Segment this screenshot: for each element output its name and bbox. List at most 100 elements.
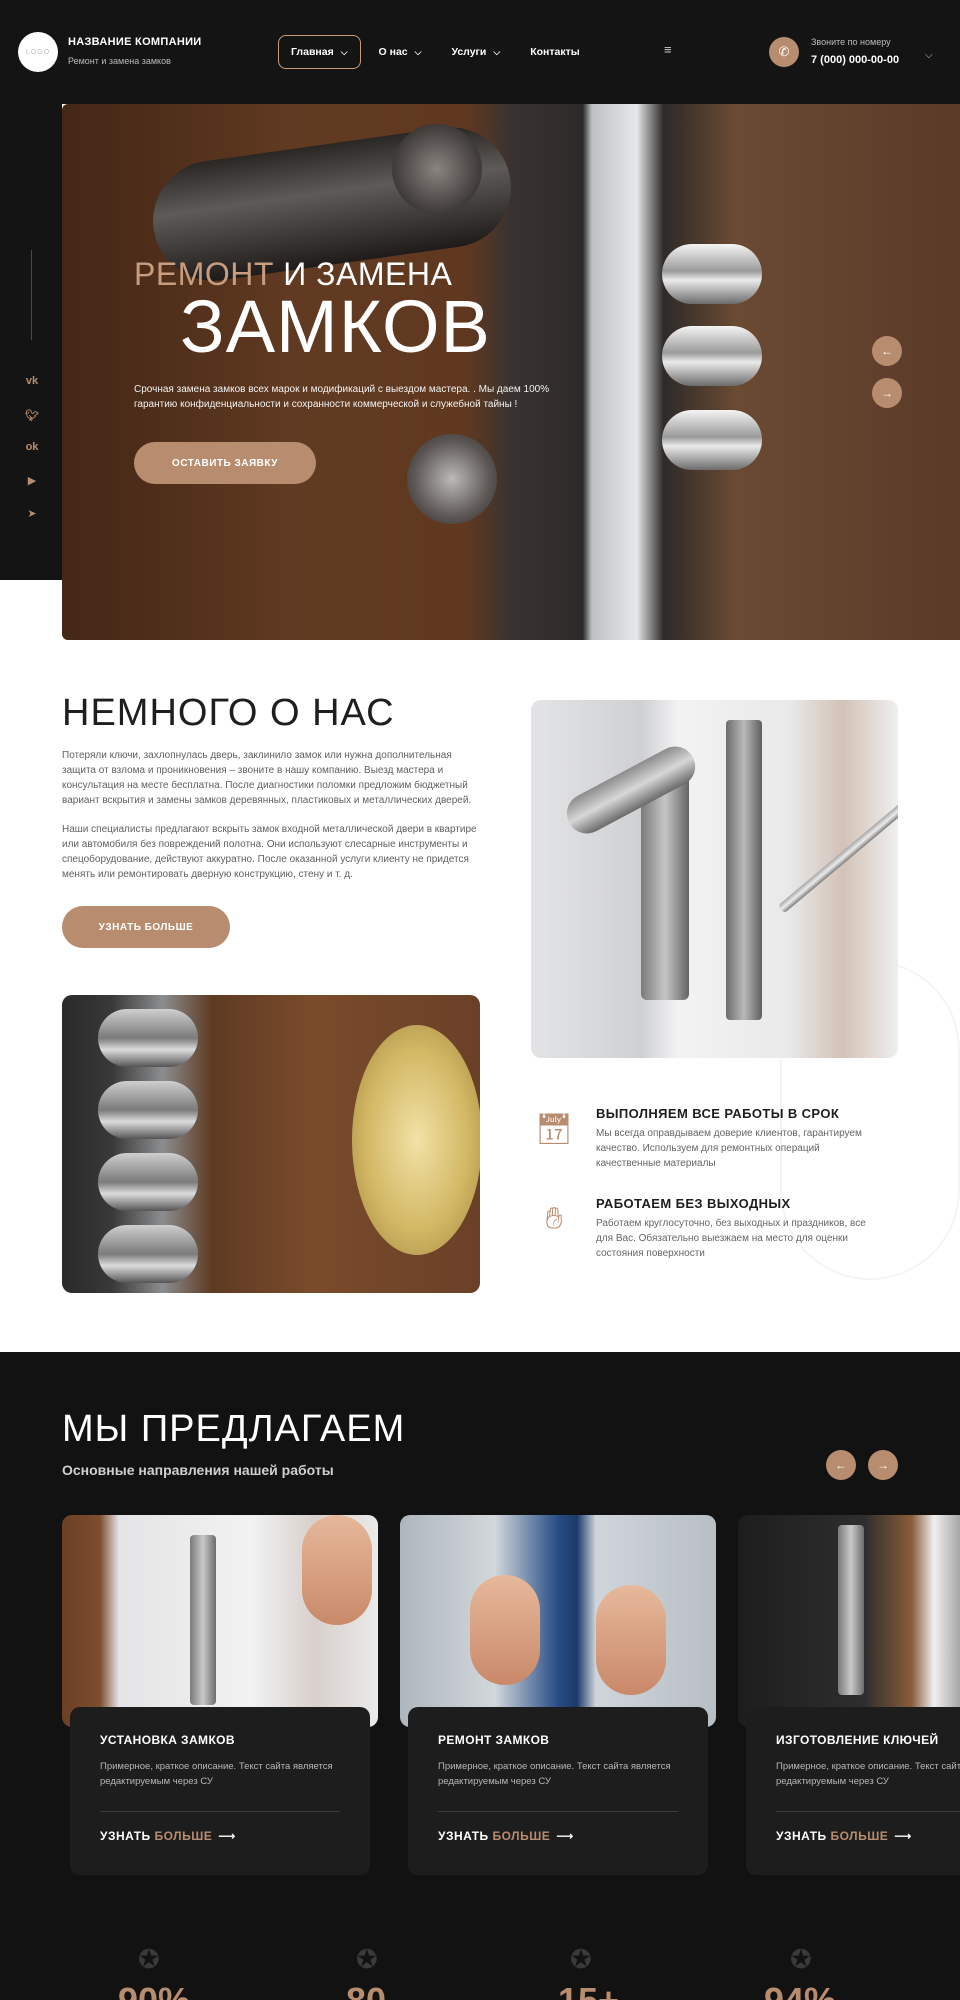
service-card[interactable]: РЕМОНТ ЗАМКОВ Примерное, краткое описани… <box>400 1515 716 1875</box>
divider <box>438 1811 678 1812</box>
about-paragraph-1: Потеряли ключи, захлопнулась дверь, закл… <box>62 750 472 806</box>
learn-more-button[interactable]: УЗНАТЬ БОЛЬШЕ <box>62 906 230 948</box>
youtube-icon[interactable]: ▶ <box>22 471 42 489</box>
hero-title-big: ЗАМКОВ <box>180 285 491 368</box>
odnoklassniki-icon[interactable]: ok <box>22 438 42 456</box>
stat-value: 15+ <box>558 1980 619 2000</box>
company-name: НАЗВАНИЕ КОМПАНИИ <box>68 36 202 48</box>
image-bolt <box>98 1153 198 1211</box>
image-lock-disc <box>352 1025 480 1255</box>
hero-bolt <box>662 326 762 386</box>
service-card-description: Примерное, краткое описание. Текст сайта… <box>438 1761 671 1787</box>
nav-item-contacts[interactable]: Контакты <box>518 35 592 69</box>
image-bolt <box>98 1081 198 1139</box>
services-subtitle: Основные направления нашей работы <box>62 1462 334 1478</box>
logo[interactable]: LOGO <box>18 32 58 72</box>
page: LOGO НАЗВАНИЕ КОМПАНИИ Ремонт и замена з… <box>0 0 960 2000</box>
more-link-accent: БОЛЬШЕ <box>154 1829 213 1843</box>
image-hand <box>302 1515 372 1625</box>
phone-icon[interactable]: ✆ <box>769 37 799 67</box>
nav-item-label: Услуги <box>451 46 487 58</box>
image-hand <box>470 1575 540 1685</box>
hero-banner: РЕМОНТ И ЗАМЕНА ЗАМКОВ Срочная замена за… <box>62 104 960 640</box>
services-section: МЫ ПРЕДЛАГАЕМ Основные направления нашей… <box>0 1352 960 2000</box>
image-bolt <box>98 1009 198 1067</box>
telegram-icon[interactable]: ➤ <box>22 504 42 522</box>
vk-icon[interactable]: vk <box>22 372 42 390</box>
service-card-body: РЕМОНТ ЗАМКОВ Примерное, краткое описани… <box>408 1707 708 1875</box>
nav-item-about[interactable]: О нас ⌵ <box>367 35 434 69</box>
services-title: МЫ ПРЕДЛАГАЕМ <box>62 1408 406 1450</box>
phone-number[interactable]: 7 (000) 000-00-00 <box>811 54 899 66</box>
image-lock-plate <box>726 720 762 1020</box>
company-subtitle: Ремонт и замена замков <box>68 56 171 66</box>
service-card-body: УСТАНОВКА ЗАМКОВ Примерное, краткое опис… <box>70 1707 370 1875</box>
more-link-text: УЗНАТЬ <box>100 1829 155 1843</box>
service-card-more-link[interactable]: УЗНАТЬ БОЛЬШЕ ⟶ <box>776 1829 912 1843</box>
more-link-accent: БОЛЬШЕ <box>492 1829 551 1843</box>
stars-icon: ✪ <box>356 1944 378 1974</box>
nav-item-label: Главная <box>291 46 334 58</box>
image-lock-plate <box>838 1525 864 1695</box>
award-icon: ✪ <box>138 1944 160 1974</box>
about-title: НЕМНОГО О НАС <box>62 692 395 734</box>
arrow-left-icon: ← <box>835 1458 847 1472</box>
about-paragraph-2: Наши специалисты предлагают вскрыть замо… <box>62 824 477 880</box>
service-card-image <box>400 1515 716 1727</box>
service-card[interactable]: УСТАНОВКА ЗАМКОВ Примерное, краткое опис… <box>62 1515 378 1875</box>
image-lock-plate <box>190 1535 216 1705</box>
stat-value: 90% <box>118 1980 190 2000</box>
arrow-left-icon: ← <box>881 344 893 358</box>
arrow-right-icon: → <box>877 1458 889 1472</box>
service-card-title: УСТАНОВКА ЗАМКОВ <box>100 1733 235 1747</box>
service-card-more-link[interactable]: УЗНАТЬ БОЛЬШЕ ⟶ <box>100 1829 236 1843</box>
nav-item-label: О нас <box>378 46 408 58</box>
nav-item-home[interactable]: Главная ⌵ <box>278 35 361 69</box>
service-card-description: Примерное, краткое описание. Текст сайта… <box>776 1761 960 1787</box>
stat-value: 80 <box>346 1980 386 2000</box>
feature-title: ВЫПОЛНЯЕМ ВСЕ РАБОТЫ В СРОК <box>596 1106 840 1121</box>
service-card[interactable]: ИЗГОТОВЛЕНИЕ КЛЮЧЕЙ Примерное, краткое о… <box>738 1515 960 1875</box>
tools-icon: ✪ <box>570 1944 592 1974</box>
arrow-right-icon: ⟶ <box>894 1829 912 1843</box>
hero-rosette <box>392 124 482 214</box>
leave-request-button[interactable]: ОСТАВИТЬ ЗАЯВКУ <box>134 442 316 484</box>
more-link-accent: БОЛЬШЕ <box>830 1829 889 1843</box>
hero-bolt <box>662 244 762 304</box>
chevron-down-icon[interactable]: ⌵ <box>925 50 933 61</box>
chevron-down-icon: ⌵ <box>340 46 348 57</box>
services-prev-button[interactable]: ← <box>826 1450 856 1480</box>
service-card-more-link[interactable]: УЗНАТЬ БОЛЬШЕ ⟶ <box>438 1829 574 1843</box>
service-card-title: РЕМОНТ ЗАМКОВ <box>438 1733 550 1747</box>
image-screwdriver <box>777 796 898 914</box>
feature-title: РАБОТАЕМ БЕЗ ВЫХОДНЫХ <box>596 1196 791 1211</box>
twitter-icon[interactable]: 🐦︎ <box>22 406 42 424</box>
logo-text: LOGO <box>25 48 51 56</box>
feature-description: Работаем круглосуточно, без выходных и п… <box>596 1218 866 1259</box>
hero-next-button[interactable]: → <box>872 378 902 408</box>
main-nav: Главная ⌵ О нас ⌵ Услуги ⌵ Контакты <box>278 35 598 69</box>
arrow-right-icon: ⟶ <box>556 1829 574 1843</box>
stat-value: 94% <box>764 1980 836 2000</box>
arrow-right-icon: ⟶ <box>218 1829 236 1843</box>
divider <box>100 1811 340 1812</box>
services-next-button[interactable]: → <box>868 1450 898 1480</box>
feature-description: Мы всегда оправдываем доверие клиентов, … <box>596 1128 862 1169</box>
about-image-lock-install <box>531 700 898 1058</box>
service-card-title: ИЗГОТОВЛЕНИЕ КЛЮЧЕЙ <box>776 1733 939 1747</box>
menu-icon[interactable]: ≡ <box>664 42 672 57</box>
more-link-text: УЗНАТЬ <box>776 1829 831 1843</box>
image-bolt <box>98 1225 198 1283</box>
hero-bolt <box>662 410 762 470</box>
service-card-image <box>62 1515 378 1727</box>
hero-prev-button[interactable]: ← <box>872 336 902 366</box>
nav-item-services[interactable]: Услуги ⌵ <box>439 35 512 69</box>
hero-lock-cylinder <box>407 434 497 524</box>
divider <box>776 1811 960 1812</box>
hand-badge-icon: ✋︎ <box>545 1202 563 1235</box>
phone-label: Звоните по номеру <box>811 37 891 47</box>
chevron-down-icon: ⌵ <box>414 46 422 57</box>
chevron-down-icon: ⌵ <box>493 46 501 57</box>
more-link-text: УЗНАТЬ <box>438 1829 493 1843</box>
service-card-body: ИЗГОТОВЛЕНИЕ КЛЮЧЕЙ Примерное, краткое о… <box>746 1707 960 1875</box>
